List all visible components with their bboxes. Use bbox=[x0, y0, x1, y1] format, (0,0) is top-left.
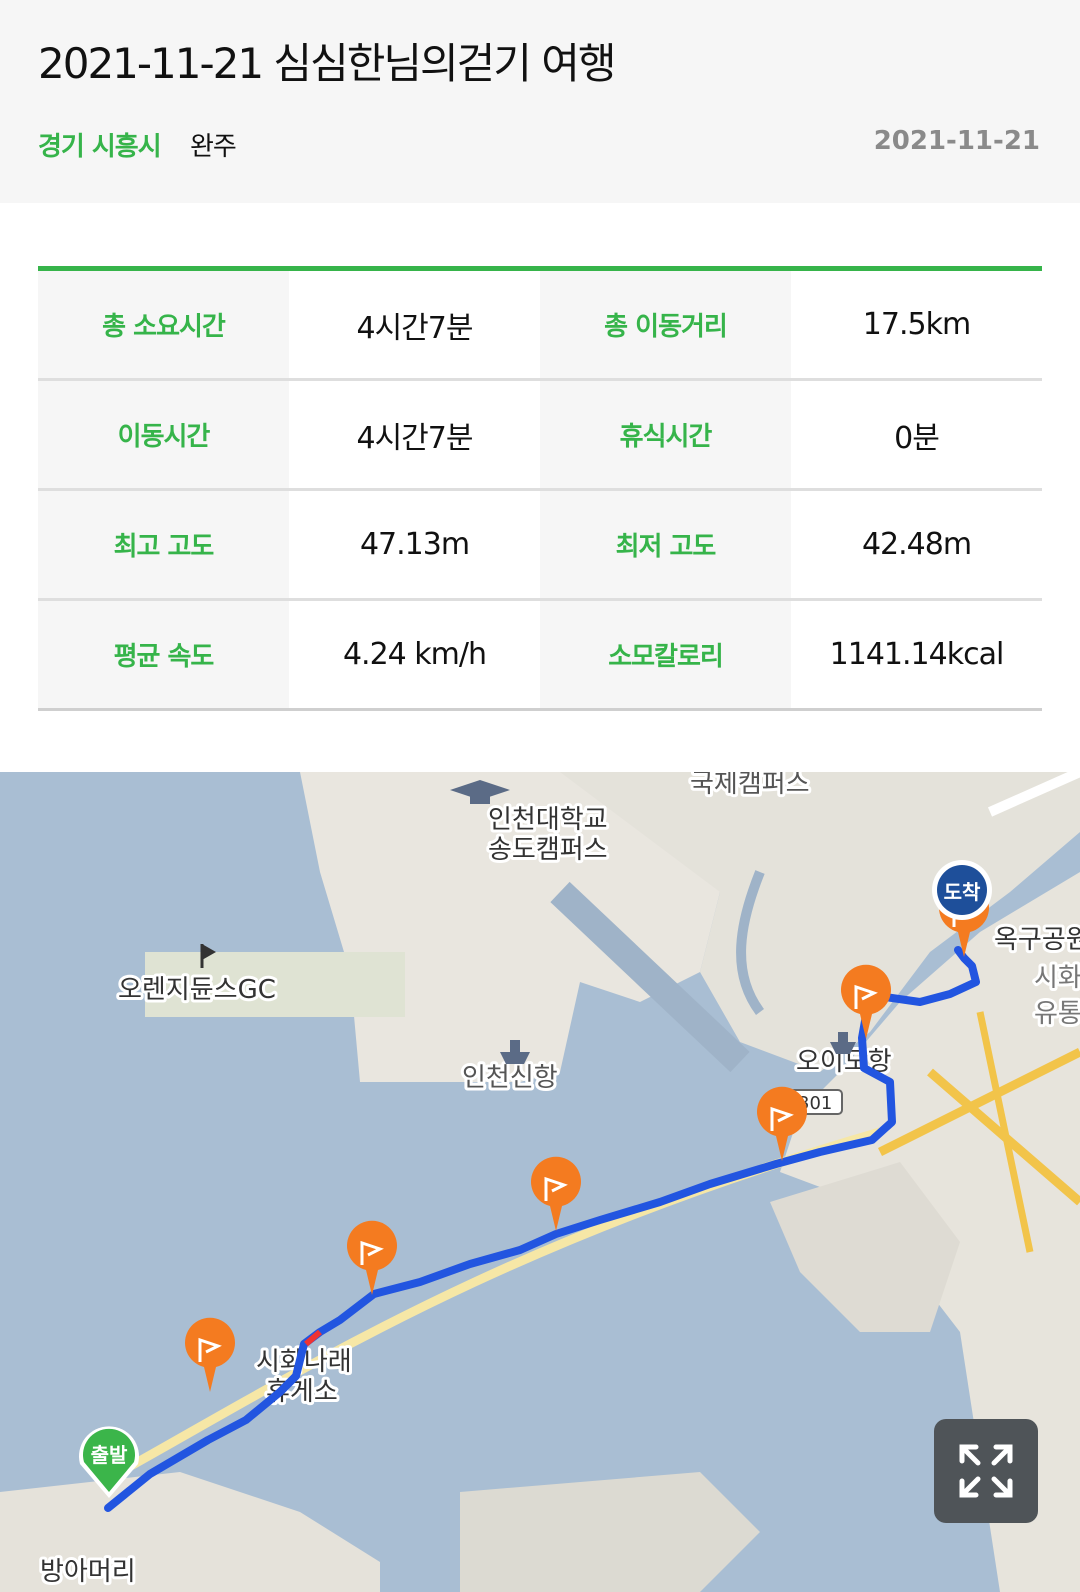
fullscreen-map-button[interactable] bbox=[934, 1419, 1038, 1523]
place-label: 유통 bbox=[1034, 999, 1080, 1029]
total-distance-label: 총 이동거리 bbox=[540, 271, 791, 378]
avg-speed-value: 4.24 km/h bbox=[289, 601, 540, 708]
rest-time-label: 휴식시간 bbox=[540, 381, 791, 488]
min-altitude-label: 최저 고도 bbox=[540, 491, 791, 598]
stats-table: 총 소요시간 4시간7분 총 이동거리 17.5km 이동시간 4시간7분 휴식… bbox=[38, 266, 1042, 711]
place-label: 방아머리 bbox=[40, 1557, 136, 1587]
calories-value: 1141.14kcal bbox=[791, 601, 1042, 708]
avg-speed-label: 평균 속도 bbox=[38, 601, 289, 708]
stats-row: 최고 고도 47.13m 최저 고도 42.48m bbox=[38, 491, 1042, 601]
total-time-label: 총 소요시간 bbox=[38, 271, 289, 378]
place-label: 오렌지듄스GC bbox=[118, 975, 276, 1005]
region-label: 경기 시흥시 bbox=[38, 132, 162, 162]
moving-time-label: 이동시간 bbox=[38, 381, 289, 488]
total-distance-value: 17.5km bbox=[791, 271, 1042, 378]
place-label: 옥구공원 bbox=[994, 925, 1080, 955]
total-time-value: 4시간7분 bbox=[289, 271, 540, 378]
trip-header: 2021-11-21 심심한님의걷기 여행 경기 시흥시 완주 2021-11-… bbox=[0, 0, 1080, 203]
rest-time-value: 0분 bbox=[791, 381, 1042, 488]
place-label: 송도캠퍼스 bbox=[488, 835, 608, 865]
place-label: 시화 bbox=[1034, 963, 1080, 993]
stats-row: 총 소요시간 4시간7분 총 이동거리 17.5km bbox=[38, 271, 1042, 381]
calories-label: 소모칼로리 bbox=[540, 601, 791, 708]
end-marker-label: 도착 bbox=[944, 880, 981, 904]
daebu-area bbox=[460, 1472, 760, 1592]
trip-title: 2021-11-21 심심한님의걷기 여행 bbox=[38, 39, 617, 88]
max-altitude-label: 최고 고도 bbox=[38, 491, 289, 598]
stats-row: 이동시간 4시간7분 휴식시간 0분 bbox=[38, 381, 1042, 491]
map-canvas[interactable]: 인천대학교 송도캠퍼스 국제캠퍼스 오렌지듄스GC 인천신항 오이도항 옥구공원… bbox=[0, 772, 1080, 1592]
stats-row: 평균 속도 4.24 km/h 소모칼로리 1141.14kcal bbox=[38, 601, 1042, 711]
place-label: 국제캠퍼스 bbox=[690, 772, 810, 799]
min-altitude-value: 42.48m bbox=[791, 491, 1042, 598]
moving-time-value: 4시간7분 bbox=[289, 381, 540, 488]
place-label: 인천대학교 bbox=[488, 805, 608, 835]
place-label: 인천신항 bbox=[462, 1063, 558, 1093]
end-marker[interactable]: 도착 bbox=[932, 860, 992, 920]
expand-arrows-icon bbox=[959, 1444, 1013, 1498]
completion-status: 완주 bbox=[190, 132, 237, 162]
start-marker-label: 출발 bbox=[91, 1443, 128, 1467]
route-map[interactable]: 인천대학교 송도캠퍼스 국제캠퍼스 오렌지듄스GC 인천신항 오이도항 옥구공원… bbox=[0, 772, 1080, 1592]
max-altitude-value: 47.13m bbox=[289, 491, 540, 598]
trip-date: 2021-11-21 bbox=[873, 126, 1040, 156]
